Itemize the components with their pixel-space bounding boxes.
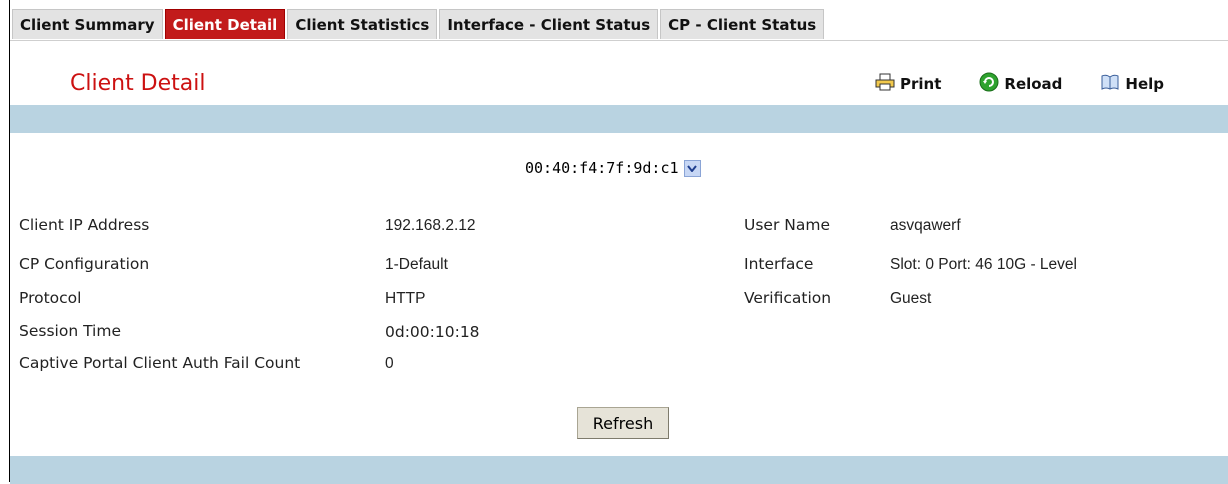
- help-button[interactable]: Help: [1100, 72, 1164, 96]
- auth-fail-count-value: 0: [385, 355, 394, 372]
- verification-label: Verification: [744, 289, 832, 307]
- session-time-label: Session Time: [19, 322, 121, 340]
- auth-fail-count-label: Captive Portal Client Auth Fail Count: [19, 354, 301, 372]
- tab-client-detail[interactable]: Client Detail: [164, 9, 286, 39]
- interface-label: Interface: [744, 255, 814, 273]
- tab-client-summary[interactable]: Client Summary: [12, 9, 163, 39]
- help-label: Help: [1125, 75, 1165, 93]
- client-ip-label: Client IP Address: [19, 216, 150, 234]
- page-title: Client Detail: [70, 71, 206, 96]
- book-icon: [1100, 73, 1125, 95]
- header-band: [10, 105, 1228, 133]
- client-mac-select[interactable]: 00:40:f4:7f:9d:c1: [525, 157, 701, 179]
- cp-configuration-label: CP Configuration: [19, 255, 150, 273]
- tab-cp-client-status[interactable]: CP - Client Status: [660, 9, 825, 39]
- printer-icon: [875, 73, 900, 95]
- tab-interface-client-status[interactable]: Interface - Client Status: [439, 9, 659, 39]
- toolbar: Print Reload Help: [875, 72, 1202, 96]
- reload-icon: [979, 72, 1004, 96]
- print-label: Print: [900, 75, 942, 93]
- reload-button[interactable]: Reload: [979, 72, 1062, 96]
- print-button[interactable]: Print: [875, 72, 941, 96]
- tab-bar: Client Summary Client Detail Client Stat…: [12, 9, 826, 41]
- user-name-label: User Name: [744, 216, 830, 234]
- client-mac-value: 00:40:f4:7f:9d:c1: [525, 159, 679, 177]
- tab-divider: [10, 40, 1228, 41]
- tab-client-statistics[interactable]: Client Statistics: [287, 9, 438, 39]
- client-ip-value: 192.168.2.12: [385, 217, 476, 234]
- interface-value: Slot: 0 Port: 46 10G - Level: [890, 256, 1077, 273]
- chevron-down-icon[interactable]: [683, 159, 701, 177]
- footer-band: [10, 456, 1228, 484]
- cp-configuration-value: 1-Default: [385, 256, 448, 273]
- protocol-value: HTTP: [385, 290, 426, 307]
- verification-value: Guest: [890, 290, 932, 307]
- refresh-button[interactable]: Refresh: [577, 407, 669, 439]
- reload-label: Reload: [1004, 75, 1063, 93]
- user-name-value: asvqawerf: [890, 217, 961, 234]
- protocol-label: Protocol: [19, 289, 82, 307]
- session-time-value: 0d:00:10:18: [385, 323, 480, 341]
